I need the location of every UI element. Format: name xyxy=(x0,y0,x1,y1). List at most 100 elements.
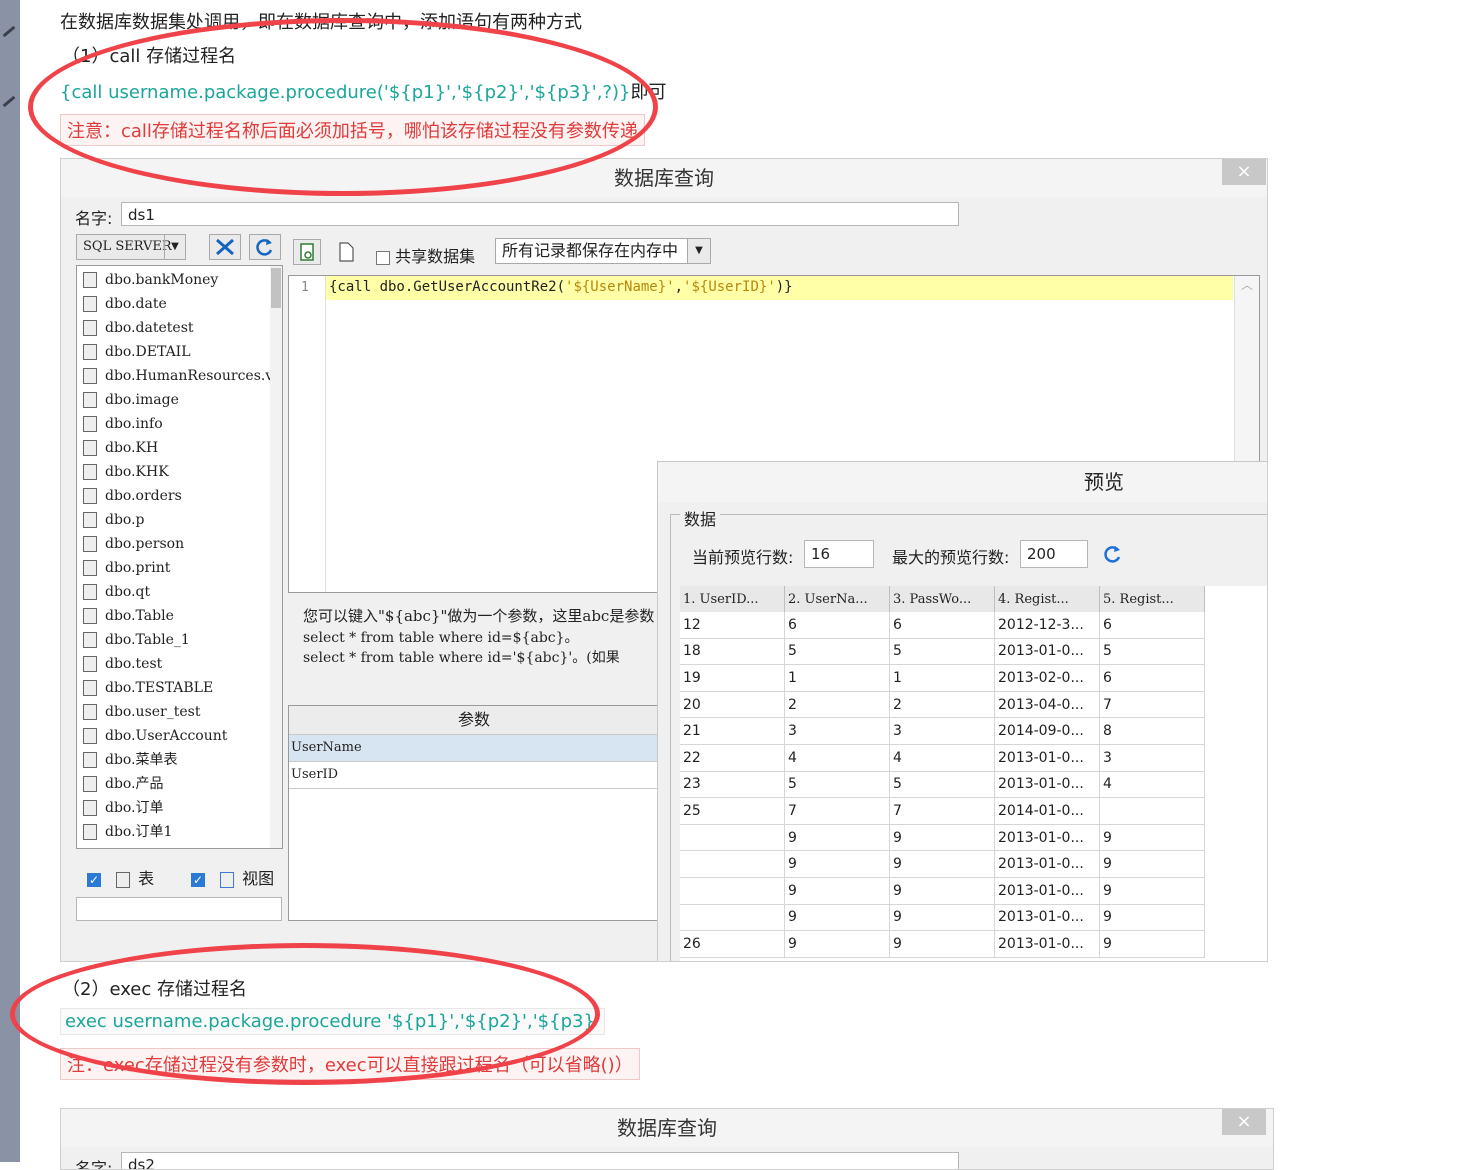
column-header[interactable]: 3. PassWo... xyxy=(889,586,995,612)
tree-item[interactable]: dbo.订单1 xyxy=(77,820,282,844)
tree-scrollbar[interactable] xyxy=(270,266,282,848)
tree-item[interactable]: dbo.HumanResources.vl xyxy=(77,364,282,388)
tree-item-label: dbo.info xyxy=(105,416,163,432)
table-row[interactable]: 25 7 7 2014-01-0... xyxy=(680,797,1205,825)
tree-item[interactable]: dbo.Table xyxy=(77,604,282,628)
tree-filter-input[interactable] xyxy=(76,897,282,921)
tree-item[interactable]: dbo.user_test xyxy=(77,700,282,724)
param-row[interactable]: UserName xyxy=(289,735,659,762)
table-tree[interactable]: dbo.bankMoney dbo.date dbo.datetest dbo.DET… xyxy=(76,265,283,849)
tree-item[interactable]: dbo.orders xyxy=(77,484,282,508)
tree-item[interactable]: dbo.TESTABLE xyxy=(77,676,282,700)
dialog-title: 数据库查询 xyxy=(61,159,1267,197)
tree-item[interactable]: dbo.test xyxy=(77,652,282,676)
preview-refresh-button[interactable] xyxy=(1102,544,1124,570)
table-row[interactable]: 20 2 2 2013-04-0... 7 xyxy=(680,691,1205,719)
table-row[interactable]: 12 6 6 2012-12-3... 6 xyxy=(680,612,1205,639)
edge-decoration xyxy=(2,25,16,38)
refresh-button[interactable] xyxy=(249,234,281,260)
view-toggle[interactable]: ✓ 视图 xyxy=(191,865,274,889)
preview-button[interactable] xyxy=(293,239,321,265)
table-row[interactable]: 9 9 2013-01-0... 9 xyxy=(680,904,1205,932)
table-cell: 2 xyxy=(784,691,890,719)
table-row[interactable]: 18 5 5 2013-01-0... 5 xyxy=(680,638,1205,666)
new-file-button[interactable] xyxy=(336,241,356,263)
table-row[interactable]: 9 9 2013-01-0... 9 xyxy=(680,824,1205,852)
wrench-button[interactable] xyxy=(209,234,241,260)
share-checkbox-icon[interactable] xyxy=(376,250,390,265)
table-cell: 5 xyxy=(889,638,995,666)
db-type-select[interactable]: SQL SERVER ▼ xyxy=(76,234,186,260)
code-comma: , xyxy=(674,279,684,295)
table-cell: 6 xyxy=(784,612,890,639)
table-cell: 4 xyxy=(889,744,995,772)
table-toggle[interactable]: ✓ 表 xyxy=(87,865,154,889)
tree-item[interactable]: dbo.bankMoney xyxy=(77,268,282,292)
name-input[interactable]: ds1 xyxy=(121,202,959,226)
tree-item-label: dbo.Table_1 xyxy=(105,632,190,648)
table-cell: 21 xyxy=(680,717,785,745)
cache-mode-select[interactable]: 所有记录都保存在内存中 ▼ xyxy=(495,238,711,264)
tree-item-label: dbo.HumanResources.vl xyxy=(105,368,278,384)
tree-item[interactable]: dbo.订单 xyxy=(77,796,282,820)
table-cell: 2014-09-0... xyxy=(994,717,1100,745)
close-button[interactable]: × xyxy=(1222,159,1266,185)
refresh-icon xyxy=(1104,546,1121,563)
tree-item[interactable]: dbo.datetest xyxy=(77,316,282,340)
table-cell: 9 xyxy=(889,904,995,932)
current-rows-input[interactable]: 16 xyxy=(804,540,874,568)
tree-item[interactable]: dbo.print xyxy=(77,556,282,580)
table-cell: 8 xyxy=(1099,717,1205,745)
table-icon xyxy=(83,272,97,288)
tree-item[interactable]: dbo.qt xyxy=(77,580,282,604)
tree-item-label: dbo.user_test xyxy=(105,704,201,720)
tree-item[interactable]: dbo.person xyxy=(77,532,282,556)
close-button[interactable]: × xyxy=(1222,1109,1266,1135)
table-row[interactable]: 19 1 1 2013-02-0... 6 xyxy=(680,664,1205,692)
tree-item-label: dbo.bankMoney xyxy=(105,272,219,288)
section1-note: 注意：call存储过程名称后面必须加括号，哪怕该存储过程没有参数传递 xyxy=(60,114,645,146)
table-row[interactable]: 26 9 9 2013-01-0... 9 xyxy=(680,930,1205,958)
tree-item[interactable]: dbo.菜单表 xyxy=(77,748,282,772)
tree-item[interactable]: dbo.image xyxy=(77,388,282,412)
preview-title: 预览 xyxy=(658,462,1267,502)
tree-item[interactable]: dbo.DETAIL xyxy=(77,340,282,364)
code-arg2: '${UserID}' xyxy=(683,279,776,295)
name-input[interactable]: ds2 xyxy=(121,1152,959,1169)
tree-item[interactable]: dbo.UserAccount xyxy=(77,724,282,748)
tree-item[interactable]: dbo.p xyxy=(77,508,282,532)
tree-item[interactable]: dbo.KH xyxy=(77,436,282,460)
refresh-icon xyxy=(256,239,273,256)
table-cell: 3 xyxy=(784,717,890,745)
tree-item[interactable]: dbo.date xyxy=(77,292,282,316)
table-cell: 5 xyxy=(889,771,995,799)
tree-item[interactable]: dbo.Table_1 xyxy=(77,628,282,652)
table-row[interactable]: 23 5 5 2013-01-0... 4 xyxy=(680,771,1205,799)
view-checkbox-icon[interactable]: ✓ xyxy=(191,872,205,887)
param-row[interactable]: UserID xyxy=(289,762,659,789)
table-row[interactable]: 9 9 2013-01-0... 9 xyxy=(680,850,1205,878)
column-header[interactable]: 2. UserNa... xyxy=(784,586,890,612)
table-cell: 9 xyxy=(784,904,890,932)
share-dataset-toggle[interactable]: 共享数据集 xyxy=(376,243,475,267)
table-cell xyxy=(1099,797,1205,825)
name-label: 名字: xyxy=(75,1159,113,1170)
table-header-row: 1. UserID... 2. UserNa... 3. PassWo... 4. R… xyxy=(680,586,1205,612)
tree-scroll-thumb[interactable] xyxy=(271,268,281,308)
table-cell: 9 xyxy=(784,877,890,905)
max-rows-input[interactable]: 200 xyxy=(1020,540,1088,568)
column-header[interactable]: 4. Regist... xyxy=(994,586,1100,612)
table-row[interactable]: 22 4 4 2013-01-0... 3 xyxy=(680,744,1205,772)
column-header[interactable]: 1. UserID... xyxy=(680,586,785,612)
preview-table-area[interactable]: 1. UserID... 2. UserNa... 3. PassWo... 4. R… xyxy=(680,586,1267,961)
column-header[interactable]: 5. Regist... xyxy=(1099,586,1205,612)
table-checkbox-icon[interactable]: ✓ xyxy=(87,872,101,887)
table-cell: 5 xyxy=(784,771,890,799)
tree-item[interactable]: dbo.产品 xyxy=(77,772,282,796)
tree-item[interactable]: dbo.KHK xyxy=(77,460,282,484)
table-row[interactable]: 21 3 3 2014-09-0... 8 xyxy=(680,717,1205,745)
scroll-up-icon[interactable]: ︿ xyxy=(1235,276,1259,293)
tree-item[interactable]: dbo.info xyxy=(77,412,282,436)
table-cell: 20 xyxy=(680,691,785,719)
table-row[interactable]: 9 9 2013-01-0... 9 xyxy=(680,877,1205,905)
